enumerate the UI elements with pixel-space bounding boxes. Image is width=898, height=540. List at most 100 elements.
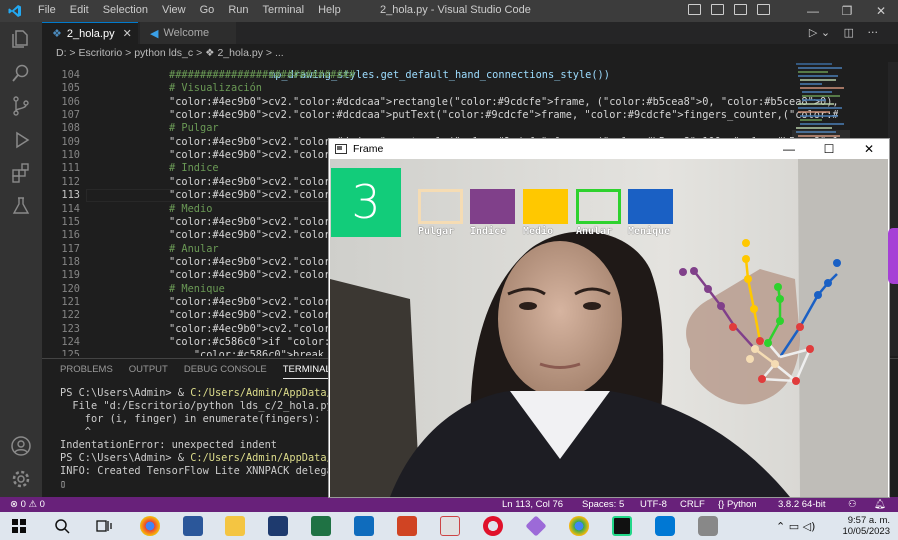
frame-maximize-button[interactable]: ☐: [809, 139, 849, 159]
terminal-line: for (i, finger) in enumerate(fingers):: [60, 413, 321, 425]
line-number: 120: [61, 282, 80, 295]
tab-debug-console[interactable]: DEBUG CONSOLE: [184, 364, 267, 379]
editor-actions: ▷ ⌄ ◫ ···: [809, 26, 878, 39]
tab-output[interactable]: OUTPUT: [129, 364, 168, 379]
extensions-icon[interactable]: [10, 162, 32, 184]
more-actions-icon[interactable]: ···: [868, 26, 879, 39]
language-mode[interactable]: {} Python: [718, 499, 757, 510]
line-number: 113: [61, 189, 80, 202]
menu-selection[interactable]: Selection: [103, 4, 148, 16]
excel-taskbar-icon[interactable]: [311, 516, 331, 536]
indentation[interactable]: Spaces: 5: [582, 499, 624, 510]
accounts-icon[interactable]: [10, 435, 32, 457]
python-file-icon: ❖: [52, 28, 62, 40]
notifications-bell-icon[interactable]: 🔔︎: [874, 499, 886, 510]
file-explorer-icon[interactable]: [225, 516, 245, 536]
frame-close-button[interactable]: ✕: [849, 139, 889, 159]
task-view-icon[interactable]: [96, 518, 112, 534]
opera-taskbar-icon[interactable]: [483, 516, 503, 536]
run-debug-icon[interactable]: [10, 129, 32, 151]
code-line[interactable]: 106 "color:#4ec9b0">cv2."color:#dcdcaa">r…: [42, 96, 838, 109]
problems-count[interactable]: ⊗ 0 ⚠ 0: [10, 499, 45, 510]
menu-bar: File Edit Selection View Go Run Terminal…: [38, 4, 355, 16]
line-number: 111: [61, 162, 80, 175]
app-hex-icon[interactable]: [525, 515, 547, 537]
line-number: 108: [61, 122, 80, 135]
end-of-line[interactable]: CRLF: [680, 499, 705, 510]
windows-start-icon[interactable]: [12, 519, 26, 533]
code-text: # Medio: [169, 202, 213, 215]
tab-2-hola-py[interactable]: ❖ 2_hola.py ✕: [42, 22, 138, 44]
vscode-taskbar-icon[interactable]: [655, 516, 675, 536]
tab-problems[interactable]: PROBLEMS: [60, 364, 113, 379]
terminal-output[interactable]: PS C:\Users\Admin> & C:/Users/Admin/AppD…: [60, 387, 333, 491]
code-line[interactable]: 104 ##############################: [42, 69, 822, 82]
outlook-taskbar-icon[interactable]: [354, 516, 374, 536]
menu-terminal[interactable]: Terminal: [263, 4, 305, 16]
toggle-secondary-sidebar-icon[interactable]: [734, 4, 747, 15]
line-number: 121: [61, 295, 80, 308]
chrome-taskbar-icon[interactable]: [140, 516, 160, 536]
menu-view[interactable]: View: [162, 4, 186, 16]
code-text: # Menique: [169, 282, 225, 295]
cursor-position[interactable]: Ln 113, Col 76: [502, 499, 563, 510]
code-line[interactable]: 107 "color:#4ec9b0">cv2."color:#dcdcaa">p…: [42, 109, 838, 122]
line-number: 105: [61, 82, 80, 95]
explorer-icon[interactable]: [10, 28, 32, 50]
pycharm-taskbar-icon[interactable]: [612, 516, 632, 536]
code-text: ##############################: [169, 69, 355, 81]
clock[interactable]: 9:57 a. m. 10/05/2023: [842, 515, 890, 537]
feedback-icon[interactable]: ⚇: [848, 499, 857, 510]
code-text: # Indice: [169, 162, 219, 175]
breadcrumb[interactable]: D: > Escritorio > python lds_c > ❖ 2_hol…: [42, 44, 898, 62]
menu-run[interactable]: Run: [228, 4, 248, 16]
powerpoint-taskbar-icon[interactable]: [397, 516, 417, 536]
menu-go[interactable]: Go: [200, 4, 215, 16]
split-editor-icon[interactable]: ◫: [844, 26, 854, 39]
pulgar-label: Pulgar: [418, 226, 455, 237]
line-number: 119: [61, 269, 80, 282]
terminal-line: PS C:\Users\Admin> & C:/Users/Admin/AppD…: [60, 387, 333, 399]
project-libre-icon[interactable]: [440, 516, 460, 536]
menu-help[interactable]: Help: [318, 4, 341, 16]
terminal-line: PS C:\Users\Admin> & C:/Users/Admin/AppD…: [60, 452, 333, 464]
app-taskbar-icon[interactable]: [268, 516, 288, 536]
run-play-icon[interactable]: ▷ ⌄: [809, 26, 830, 39]
search-icon[interactable]: [10, 62, 32, 84]
source-control-icon[interactable]: [10, 95, 32, 117]
toggle-panel-icon[interactable]: [711, 4, 724, 15]
tray-icons[interactable]: ⌃ ▭ ◁): [776, 520, 815, 533]
tab-close-icon[interactable]: ✕: [123, 27, 132, 40]
python-window-taskbar-icon[interactable]: [698, 516, 718, 536]
encoding[interactable]: UTF-8: [640, 499, 667, 510]
indice-label: Indice: [470, 226, 507, 237]
chrome-2-taskbar-icon[interactable]: [569, 516, 589, 536]
restore-button[interactable]: ❐: [830, 0, 864, 22]
code-line[interactable]: 108 # Pulgar: [42, 122, 822, 135]
minimize-button[interactable]: —: [796, 0, 830, 22]
windows-taskbar: ⌃ ▭ ◁) 9:57 a. m. 10/05/2023: [0, 512, 898, 540]
medio-label: Medio: [523, 226, 554, 237]
menu-edit[interactable]: Edit: [70, 4, 89, 16]
toggle-sidebar-icon[interactable]: [688, 4, 701, 15]
word-taskbar-icon[interactable]: [183, 516, 203, 536]
tab-terminal[interactable]: TERMINAL: [282, 364, 331, 379]
frame-app-icon: [335, 144, 347, 154]
search-taskbar-icon[interactable]: [54, 518, 70, 534]
line-number: 115: [61, 215, 80, 228]
testing-flask-icon[interactable]: [10, 195, 32, 217]
finger-counter: 3: [331, 168, 401, 237]
close-button[interactable]: ✕: [864, 0, 898, 22]
terminal-line: File "d:/Escritorio/python lds_c/2_hola.…: [60, 400, 333, 412]
side-widget-tab[interactable]: [888, 228, 898, 284]
menu-file[interactable]: File: [38, 4, 56, 16]
frame-minimize-button[interactable]: —: [769, 139, 809, 159]
code-line[interactable]: 105 # Visualización: [42, 82, 822, 95]
python-interpreter[interactable]: 3.8.2 64-bit: [778, 499, 826, 510]
tab-label: Welcome: [163, 27, 210, 39]
menique-label: Menique: [628, 226, 671, 237]
manage-gear-icon[interactable]: [10, 468, 32, 490]
frame-window[interactable]: Frame — ☐ ✕ 3 Pulgar Indice Medio Anular…: [328, 138, 890, 498]
customize-layout-icon[interactable]: [757, 4, 770, 15]
tab-welcome[interactable]: ◀ Welcome: [140, 22, 236, 44]
